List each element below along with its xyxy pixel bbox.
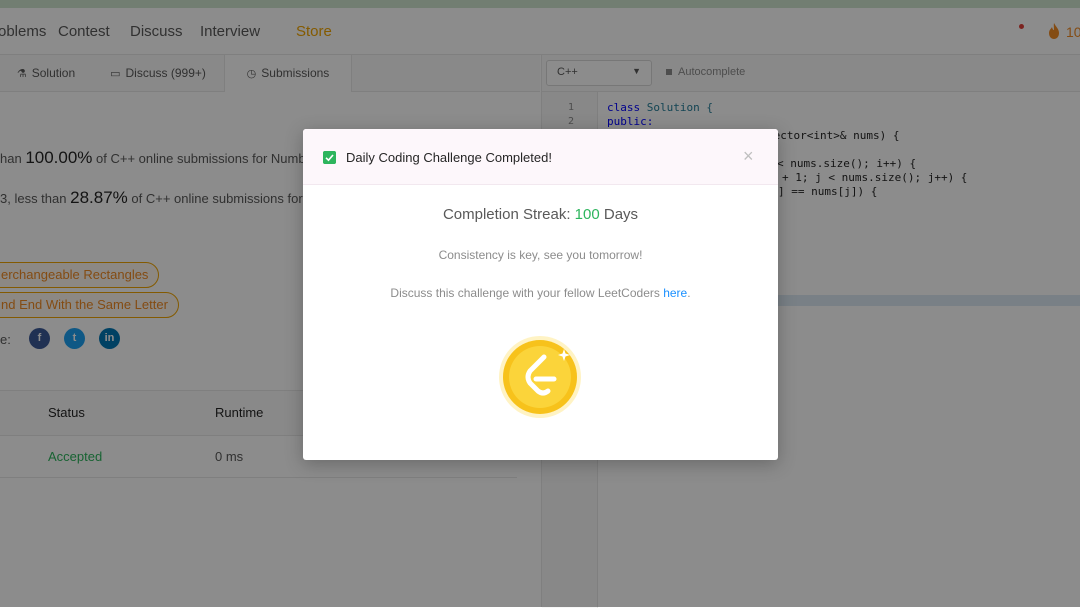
discuss-here-link[interactable]: here [663,286,687,300]
streak-label: Completion Streak: [442,206,575,223]
challenge-completed-modal: Daily Coding Challenge Completed! × Comp… [303,129,778,460]
consistency-message: Consistency is key, see you tomorrow! [438,248,643,262]
discuss-message: Discuss this challenge with your fellow … [303,286,778,300]
modal-header: Daily Coding Challenge Completed! × [303,129,778,185]
discuss-end: . [687,286,691,300]
leetcode-coin-icon [499,336,581,418]
close-icon[interactable]: × [743,146,754,167]
completion-streak: Completion Streak: 100 Days [303,206,778,223]
streak-unit: Days [599,206,639,223]
streak-value: 100 [574,206,600,223]
modal-title: Daily Coding Challenge Completed! [346,150,552,165]
check-icon [323,151,336,164]
discuss-text: Discuss this challenge with your fellow … [390,286,664,300]
